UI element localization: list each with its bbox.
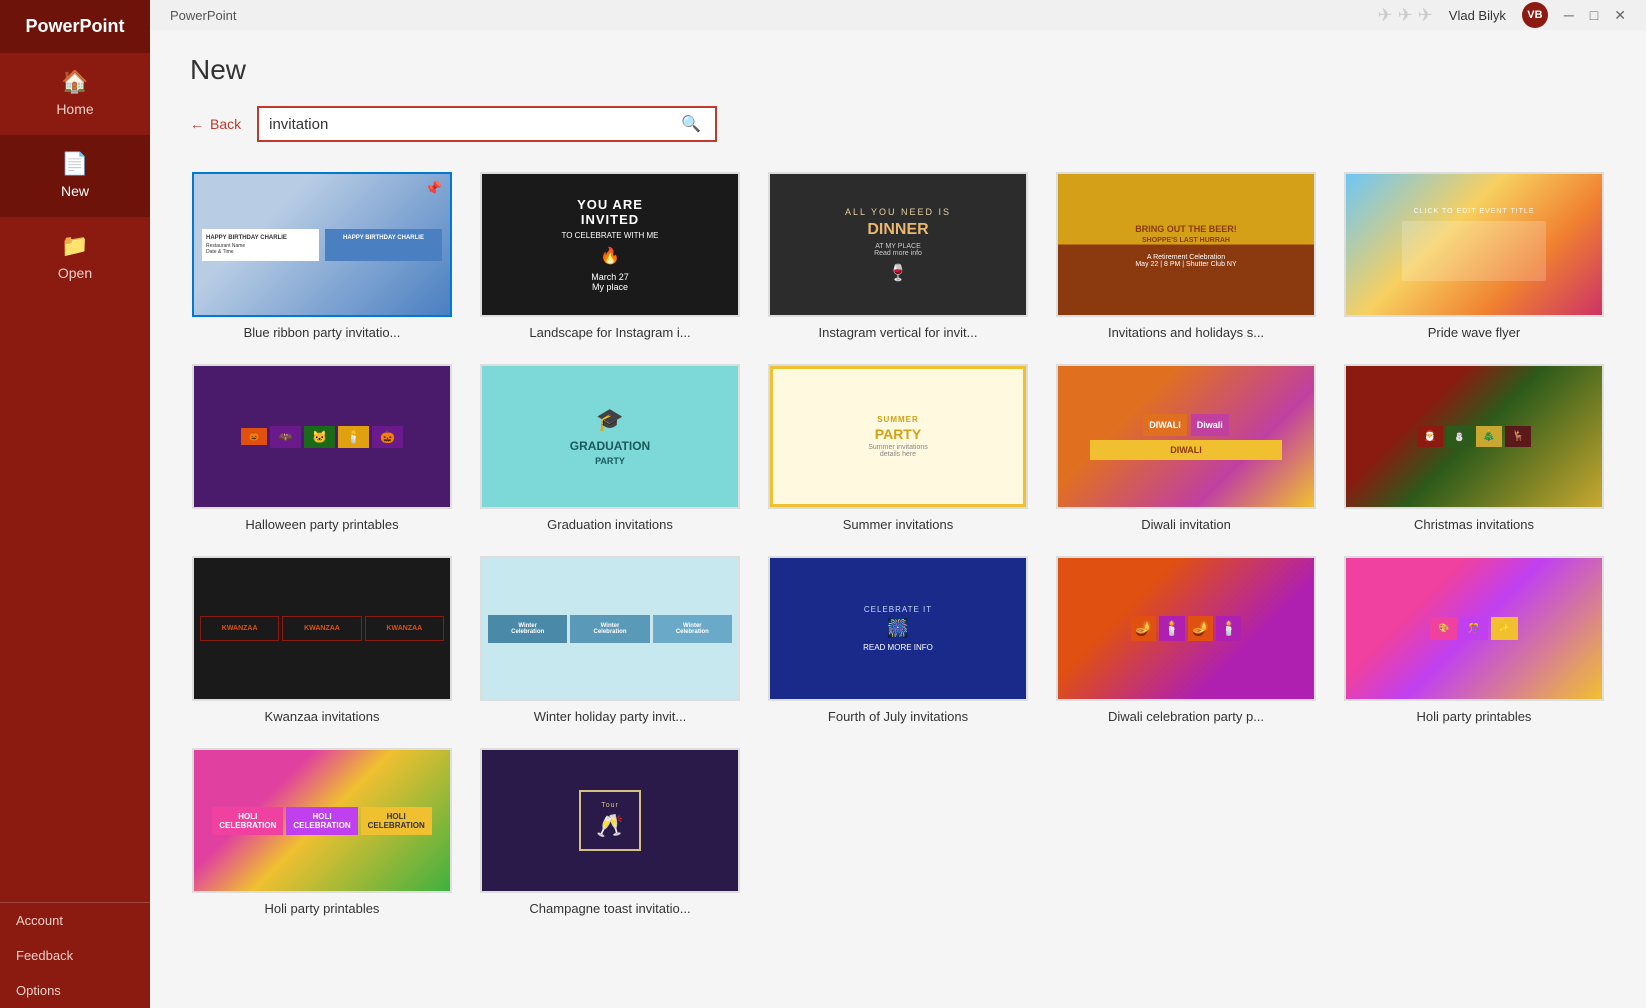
template-fourth-of-july[interactable]: CELEBRATE IT 🎆 READ MORE INFO Fourth of … [766,554,1030,726]
topbar: PowerPoint ✈ ✈ ✈ Vlad Bilyk VB ─ □ ✕ [150,0,1646,30]
sidebar-item-new[interactable]: 📄 New [0,135,150,217]
template-thumb-instagram-vertical: ALL YOU NEED IS DINNER AT MY PLACERead m… [768,172,1028,317]
sidebar-item-feedback[interactable]: Feedback [0,938,150,973]
template-label-graduation: Graduation invitations [480,517,740,532]
template-halloween[interactable]: 🎃 🦇 🐱 🕯️ 🎃 Halloween party printables [190,362,454,534]
template-champagne[interactable]: Tour 🥂 Champagne toast invitatio... [478,746,742,918]
template-label-diwali: Diwali invitation [1056,517,1316,532]
template-label-instagram-vertical: Instagram vertical for invit... [768,325,1028,340]
sidebar-item-account[interactable]: Account [0,903,150,938]
template-label-holi2: Holi party printables [192,901,452,916]
sidebar-bottom: Account Feedback Options [0,902,150,1008]
minimize-icon[interactable]: ─ [1564,7,1574,23]
sidebar-item-label-home: Home [56,101,93,117]
template-thumb-halloween: 🎃 🦇 🐱 🕯️ 🎃 [192,364,452,509]
template-label-christmas: Christmas invitations [1344,517,1604,532]
search-box: 🔍 [257,106,717,142]
template-label-kwanzaa: Kwanzaa invitations [192,709,452,724]
template-label-landscape-instagram: Landscape for Instagram i... [480,325,740,340]
topbar-app-name: PowerPoint [170,8,236,23]
template-label-summer: Summer invitations [768,517,1028,532]
search-input[interactable] [269,116,677,133]
template-thumb-kwanzaa: KWANZAA KWANZAA KWANZAA [192,556,452,701]
paper-planes-decoration: ✈ ✈ ✈ [1378,5,1433,26]
template-thumb-summer: SUMMER PARTY Summer invitationsdetails h… [768,364,1028,509]
template-thumb-blue-ribbon: HAPPY BIRTHDAY CHARLIE Restaurant NameDa… [192,172,452,317]
template-label-holi-party: Holi party printables [1344,709,1604,724]
template-label-blue-ribbon: Blue ribbon party invitatio... [192,325,452,340]
template-thumb-holi2: HOLICELEBRATION HOLICELEBRATION HOLICELE… [192,748,452,893]
sidebar-item-open[interactable]: 📁 Open [0,217,150,299]
new-icon: 📄 [61,153,88,175]
back-label: Back [210,116,241,132]
template-label-champagne: Champagne toast invitatio... [480,901,740,916]
template-thumb-landscape-instagram: YOU AREINVITED TO CELEBRATE WITH ME 🔥 Ma… [480,172,740,317]
template-label-diwali-celebration: Diwali celebration party p... [1056,709,1316,724]
page-title: New [190,54,1606,86]
maximize-icon[interactable]: □ [1590,7,1598,23]
sidebar-item-label-open: Open [58,265,92,281]
template-label-fourth-of-july: Fourth of July invitations [768,709,1028,724]
template-holi2[interactable]: HOLICELEBRATION HOLICELEBRATION HOLICELE… [190,746,454,918]
template-label-pride-wave: Pride wave flyer [1344,325,1604,340]
open-icon: 📁 [61,235,88,257]
main-content: PowerPoint ✈ ✈ ✈ Vlad Bilyk VB ─ □ ✕ New… [150,0,1646,1008]
back-button[interactable]: ← Back [190,116,241,132]
template-label-invitations-holidays: Invitations and holidays s... [1056,325,1316,340]
pin-icon: 📌 [425,180,442,197]
template-thumb-christmas: 🎅 ⛄ 🎄 🦌 [1344,364,1604,509]
template-pride-wave[interactable]: CLICK TO EDIT EVENT TITLE Pride wave fly… [1342,170,1606,342]
search-area: ← Back 🔍 [190,106,1606,142]
template-thumb-diwali-celebration: 🪔 🕯️ 🪔 🕯️ [1056,556,1316,701]
template-diwali[interactable]: DIWALI Diwali DIWALI Diwali invitation [1054,362,1318,534]
template-landscape-instagram[interactable]: YOU AREINVITED TO CELEBRATE WITH ME 🔥 Ma… [478,170,742,342]
template-christmas[interactable]: 🎅 ⛄ 🎄 🦌 Christmas invitations [1342,362,1606,534]
template-kwanzaa[interactable]: KWANZAA KWANZAA KWANZAA Kwanzaa invitati… [190,554,454,726]
template-invitations-holidays[interactable]: BRING OUT THE BEER! SHOPPE'S LAST HURRAH… [1054,170,1318,342]
template-winter-holiday[interactable]: WinterCelebration WinterCelebration Wint… [478,554,742,726]
template-label-winter-holiday: Winter holiday party invit... [480,709,740,724]
close-icon[interactable]: ✕ [1614,7,1626,24]
template-thumb-champagne: Tour 🥂 [480,748,740,893]
sidebar-nav: 🏠 Home 📄 New 📁 Open [0,53,150,902]
sidebar: PowerPoint 🏠 Home 📄 New 📁 Open Account F… [0,0,150,1008]
template-thumb-diwali: DIWALI Diwali DIWALI [1056,364,1316,509]
templates-grid: HAPPY BIRTHDAY CHARLIE Restaurant NameDa… [190,170,1606,918]
topbar-right: ✈ ✈ ✈ Vlad Bilyk VB ─ □ ✕ [1378,2,1626,28]
sidebar-item-options[interactable]: Options [0,973,150,1008]
topbar-user-name: Vlad Bilyk [1449,8,1506,23]
template-holi-party[interactable]: 🎨 🎊 ✨ Holi party printables [1342,554,1606,726]
app-title: PowerPoint [0,0,150,53]
user-avatar[interactable]: VB [1522,2,1548,28]
template-thumb-graduation: 🎓 GRADUATION PARTY [480,364,740,509]
search-button[interactable]: 🔍 [677,114,705,134]
back-arrow-icon: ← [190,116,204,132]
sidebar-item-label-new: New [61,183,89,199]
template-thumb-holi-party: 🎨 🎊 ✨ [1344,556,1604,701]
template-thumb-invitations-holidays: BRING OUT THE BEER! SHOPPE'S LAST HURRAH… [1056,172,1316,317]
template-diwali-celebration[interactable]: 🪔 🕯️ 🪔 🕯️ Diwali celebration party p... [1054,554,1318,726]
template-thumb-winter-holiday: WinterCelebration WinterCelebration Wint… [480,556,740,701]
template-blue-ribbon[interactable]: HAPPY BIRTHDAY CHARLIE Restaurant NameDa… [190,170,454,342]
sidebar-item-home[interactable]: 🏠 Home [0,53,150,135]
template-graduation[interactable]: 🎓 GRADUATION PARTY Graduation invitation… [478,362,742,534]
template-summer[interactable]: SUMMER PARTY Summer invitationsdetails h… [766,362,1030,534]
home-icon: 🏠 [61,71,88,93]
template-instagram-vertical[interactable]: ALL YOU NEED IS DINNER AT MY PLACERead m… [766,170,1030,342]
template-label-halloween: Halloween party printables [192,517,452,532]
template-thumb-pride-wave: CLICK TO EDIT EVENT TITLE [1344,172,1604,317]
template-thumb-fourth-of-july: CELEBRATE IT 🎆 READ MORE INFO [768,556,1028,701]
